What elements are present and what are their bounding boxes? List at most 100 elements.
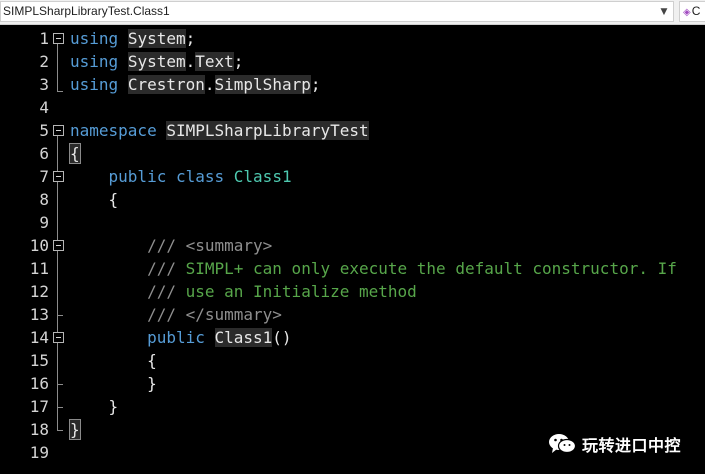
- code-token: using: [70, 29, 119, 48]
- line-number: 2: [39, 52, 49, 71]
- line-number: 7: [39, 167, 49, 186]
- line-number: 6: [39, 144, 49, 163]
- code-token: (): [272, 328, 292, 347]
- code-token: ;: [185, 29, 196, 48]
- code-token: using: [70, 75, 119, 94]
- line-number: 3: [39, 75, 49, 94]
- code-line[interactable]: 13 /// </summary>: [0, 303, 705, 326]
- method-icon: ◈: [683, 7, 691, 18]
- code-token: SIMPL+ can only execute the default cons…: [185, 259, 677, 278]
- code-line[interactable]: 17 }: [0, 395, 705, 418]
- code-line[interactable]: 8 {: [0, 188, 705, 211]
- navigation-bar: SIMPLSharpLibraryTest.Class1 ▼ ◈C: [0, 0, 705, 25]
- line-number: 14: [29, 328, 49, 347]
- code-text: /// <summary>: [70, 234, 272, 257]
- code-text: using System.Text;: [70, 50, 243, 73]
- code-token: ///: [147, 259, 186, 278]
- code-line[interactable]: 1 using System;: [0, 27, 705, 50]
- collapse-icon[interactable]: [53, 33, 64, 44]
- code-line[interactable]: 10 /// <summary>: [0, 234, 705, 257]
- line-number: 17: [29, 397, 49, 416]
- line-number: 11: [29, 259, 49, 278]
- code-token: /// </summary>: [147, 305, 282, 324]
- code-text: }: [70, 372, 157, 395]
- code-token: use an Initialize method: [185, 282, 417, 301]
- code-text: }: [69, 418, 81, 441]
- code-text: {: [70, 188, 119, 211]
- code-line[interactable]: 7 public class Class1: [0, 165, 705, 188]
- code-token: SIMPLSharpLibraryTest: [166, 121, 369, 140]
- code-text: public class Class1: [70, 165, 292, 188]
- code-token: }: [69, 419, 81, 440]
- code-line[interactable]: 11 /// SIMPL+ can only execute the defau…: [0, 257, 705, 280]
- collapse-icon[interactable]: [53, 240, 64, 251]
- code-editor[interactable]: 1 using System; 2 using System.Text; 3 using …: [0, 25, 705, 474]
- code-text: using System;: [70, 27, 195, 50]
- line-number: 13: [29, 305, 49, 324]
- line-number: 10: [29, 236, 49, 255]
- line-number: 1: [39, 29, 49, 48]
- line-number: 4: [39, 98, 49, 117]
- code-token: .: [185, 52, 196, 71]
- code-line[interactable]: 5 namespace SIMPLSharpLibraryTest: [0, 119, 705, 142]
- code-text: using Crestron.SimplSharp;: [70, 73, 320, 96]
- code-text: public Class1(): [70, 326, 292, 349]
- line-number: 18: [29, 420, 49, 439]
- code-line[interactable]: 2 using System.Text;: [0, 50, 705, 73]
- code-line[interactable]: 12 /// use an Initialize method: [0, 280, 705, 303]
- code-text: /// use an Initialize method: [70, 280, 417, 303]
- code-token: namespace: [70, 121, 157, 140]
- collapse-icon[interactable]: [53, 332, 64, 343]
- code-token: SimplSharp: [214, 75, 311, 94]
- code-token: Text: [195, 52, 234, 71]
- line-number: 9: [39, 213, 49, 232]
- collapse-icon[interactable]: [53, 125, 64, 136]
- code-line[interactable]: 4: [0, 96, 705, 119]
- code-line[interactable]: 15 {: [0, 349, 705, 372]
- member-selector-dropdown[interactable]: ◈C: [679, 1, 705, 22]
- code-token: /// <summary>: [147, 236, 273, 255]
- code-token: {: [70, 190, 119, 209]
- code-token: {: [69, 143, 81, 164]
- member-selector-value: C: [691, 4, 701, 18]
- code-line[interactable]: 3 using Crestron.SimplSharp;: [0, 73, 705, 96]
- code-token: class: [175, 167, 225, 186]
- code-text: /// SIMPL+ can only execute the default …: [70, 257, 677, 280]
- code-token: ///: [147, 282, 186, 301]
- line-number: 8: [39, 190, 49, 209]
- chevron-down-icon[interactable]: ▼: [656, 2, 672, 21]
- code-line[interactable]: 14 public Class1(): [0, 326, 705, 349]
- code-line[interactable]: 9: [0, 211, 705, 234]
- code-line[interactable]: 16 }: [0, 372, 705, 395]
- watermark-text: 玩转进口中控: [582, 436, 682, 455]
- code-token: public: [147, 328, 205, 347]
- collapse-icon[interactable]: [53, 171, 64, 182]
- watermark: 玩转进口中控: [548, 432, 681, 456]
- code-token: Class1: [233, 167, 292, 186]
- code-text: }: [70, 395, 119, 418]
- line-number: 16: [29, 374, 49, 393]
- code-token: }: [70, 397, 119, 416]
- code-token: Class1: [214, 328, 273, 347]
- line-number: 15: [29, 351, 49, 370]
- code-text: /// </summary>: [70, 303, 282, 326]
- code-line[interactable]: 6{: [0, 142, 705, 165]
- type-selector-dropdown[interactable]: SIMPLSharpLibraryTest.Class1: [0, 1, 674, 22]
- line-number: 12: [29, 282, 49, 301]
- line-number: 19: [29, 443, 49, 462]
- code-token: public: [108, 167, 167, 186]
- code-text: {: [69, 142, 81, 165]
